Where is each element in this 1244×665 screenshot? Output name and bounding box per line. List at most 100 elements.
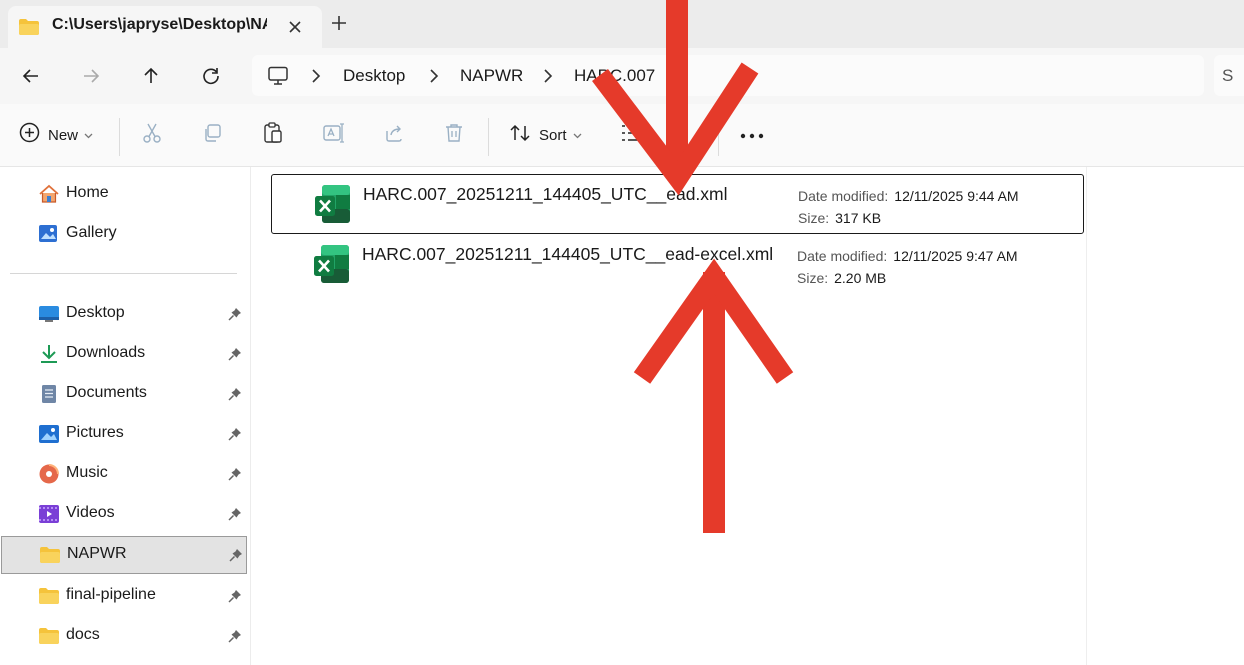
excel-file-icon bbox=[314, 184, 352, 229]
sidebar-item-music[interactable]: Music bbox=[0, 455, 246, 493]
sidebar-item-label: Home bbox=[66, 184, 109, 201]
forward-icon[interactable] bbox=[76, 62, 106, 90]
more-options-button[interactable] bbox=[740, 120, 764, 150]
back-icon[interactable] bbox=[16, 62, 46, 90]
file-list: HARC.007_20251211_144405_UTC__ead.xml Da… bbox=[251, 167, 1244, 665]
search-input[interactable]: S bbox=[1214, 55, 1244, 96]
sidebar-item-label: docs bbox=[66, 626, 100, 643]
pin-icon[interactable] bbox=[228, 467, 242, 486]
copy-button[interactable] bbox=[202, 120, 222, 150]
breadcrumb-current-folder[interactable]: HARC.007 bbox=[574, 66, 655, 86]
sidebar-item-pictures[interactable]: Pictures bbox=[0, 415, 246, 453]
folder-icon bbox=[38, 586, 60, 606]
delete-button[interactable] bbox=[444, 120, 464, 150]
pin-icon[interactable] bbox=[228, 387, 242, 406]
chevron-down-icon bbox=[84, 126, 93, 144]
up-icon[interactable] bbox=[136, 62, 166, 90]
sidebar-item-final-pipeline[interactable]: final-pipeline bbox=[0, 577, 246, 615]
file-name[interactable]: HARC.007_20251211_144405_UTC__ead-excel.… bbox=[362, 244, 773, 265]
downloads-icon bbox=[38, 344, 60, 364]
file-row[interactable]: HARC.007_20251211_144405_UTC__ead-excel.… bbox=[271, 235, 1084, 295]
sort-label: Sort bbox=[539, 126, 567, 144]
sort-button[interactable]: Sort bbox=[509, 120, 582, 150]
size-label: Size: bbox=[798, 210, 830, 226]
pin-icon[interactable] bbox=[228, 427, 242, 446]
chevron-down-icon bbox=[573, 126, 582, 144]
view-button[interactable] bbox=[620, 120, 642, 150]
share-button[interactable] bbox=[384, 120, 404, 150]
file-size: Size: 317 KB bbox=[798, 210, 881, 226]
sidebar-item-home[interactable]: Home bbox=[0, 175, 246, 213]
sidebar-item-label: Downloads bbox=[66, 344, 146, 361]
sidebar-item-label: NAPWR bbox=[67, 545, 127, 562]
toolbar-divider bbox=[488, 118, 489, 156]
breadcrumb-desktop[interactable]: Desktop bbox=[343, 66, 405, 86]
close-tab-icon[interactable] bbox=[284, 16, 306, 38]
pin-icon[interactable] bbox=[228, 307, 242, 326]
file-date-modified: Date modified: 12/11/2025 9:44 AM bbox=[798, 188, 1019, 204]
toolbar-divider bbox=[718, 118, 719, 156]
sidebar-item-videos[interactable]: Videos bbox=[0, 495, 246, 533]
sidebar-item-label: Pictures bbox=[66, 424, 124, 441]
pane-divider bbox=[1086, 167, 1087, 665]
sort-icon bbox=[509, 123, 531, 148]
search-placeholder: S bbox=[1222, 66, 1234, 85]
sidebar-item-docs[interactable]: docs bbox=[0, 617, 246, 655]
pictures-icon bbox=[38, 424, 60, 444]
documents-icon bbox=[38, 384, 60, 404]
navigation-pane: Home Gallery Desktop Downloads Documents bbox=[0, 167, 251, 665]
tab-current[interactable]: C:\Users\japryse\Desktop\NA bbox=[8, 6, 322, 48]
gallery-icon bbox=[38, 224, 60, 244]
rename-icon bbox=[323, 122, 345, 148]
sidebar-item-documents[interactable]: Documents bbox=[0, 375, 246, 413]
sidebar-item-napwr[interactable]: NAPWR bbox=[1, 536, 247, 574]
share-icon bbox=[384, 123, 404, 148]
sidebar-item-downloads[interactable]: Downloads bbox=[0, 335, 246, 373]
tab-strip: C:\Users\japryse\Desktop\NA bbox=[0, 0, 1244, 48]
pin-icon[interactable] bbox=[228, 589, 242, 608]
pin-icon[interactable] bbox=[228, 629, 242, 648]
sidebar-item-desktop[interactable]: Desktop bbox=[0, 295, 246, 333]
chevron-right-icon[interactable] bbox=[428, 68, 440, 89]
folder-icon bbox=[18, 18, 40, 41]
rename-button[interactable] bbox=[323, 120, 345, 150]
paste-button[interactable] bbox=[263, 120, 283, 150]
folder-icon bbox=[38, 626, 60, 646]
new-label: New bbox=[48, 126, 79, 144]
cut-button[interactable] bbox=[142, 120, 162, 150]
sidebar-item-label: Documents bbox=[66, 384, 147, 401]
more-icon bbox=[740, 126, 764, 144]
folder-icon bbox=[39, 545, 61, 565]
date-value: 12/11/2025 9:44 AM bbox=[894, 188, 1019, 204]
date-label: Date modified: bbox=[798, 188, 889, 204]
cut-icon bbox=[142, 122, 162, 149]
new-button[interactable]: New bbox=[19, 120, 93, 150]
pin-icon[interactable] bbox=[229, 548, 243, 567]
size-label: Size: bbox=[797, 270, 829, 286]
file-name[interactable]: HARC.007_20251211_144405_UTC__ead.xml bbox=[363, 184, 728, 205]
excel-file-icon bbox=[313, 244, 351, 289]
navigation-bar: Desktop NAPWR HARC.007 S bbox=[0, 48, 1244, 104]
pin-icon[interactable] bbox=[228, 507, 242, 526]
sidebar-divider bbox=[10, 273, 237, 274]
tab-title: C:\Users\japryse\Desktop\NA bbox=[52, 16, 267, 33]
breadcrumb-napwr[interactable]: NAPWR bbox=[460, 66, 523, 86]
address-bar[interactable]: Desktop NAPWR HARC.007 bbox=[252, 55, 1204, 96]
date-label: Date modified: bbox=[797, 248, 888, 264]
command-bar: New Sort bbox=[0, 104, 1244, 167]
file-row[interactable]: HARC.007_20251211_144405_UTC__ead.xml Da… bbox=[271, 174, 1084, 234]
file-size: Size: 2.20 MB bbox=[797, 270, 886, 286]
chevron-right-icon[interactable] bbox=[310, 68, 322, 89]
refresh-icon[interactable] bbox=[196, 62, 226, 90]
toolbar-divider bbox=[119, 118, 120, 156]
sidebar-item-label: final-pipeline bbox=[66, 586, 156, 603]
this-pc-icon[interactable] bbox=[267, 66, 289, 91]
size-value: 317 KB bbox=[835, 210, 882, 226]
chevron-right-icon[interactable] bbox=[542, 68, 554, 89]
sidebar-item-gallery[interactable]: Gallery bbox=[0, 215, 246, 253]
file-date-modified: Date modified: 12/11/2025 9:47 AM bbox=[797, 248, 1018, 264]
new-tab-icon[interactable] bbox=[328, 12, 350, 34]
pin-icon[interactable] bbox=[228, 347, 242, 366]
music-icon bbox=[38, 464, 60, 484]
paste-icon bbox=[263, 121, 283, 149]
